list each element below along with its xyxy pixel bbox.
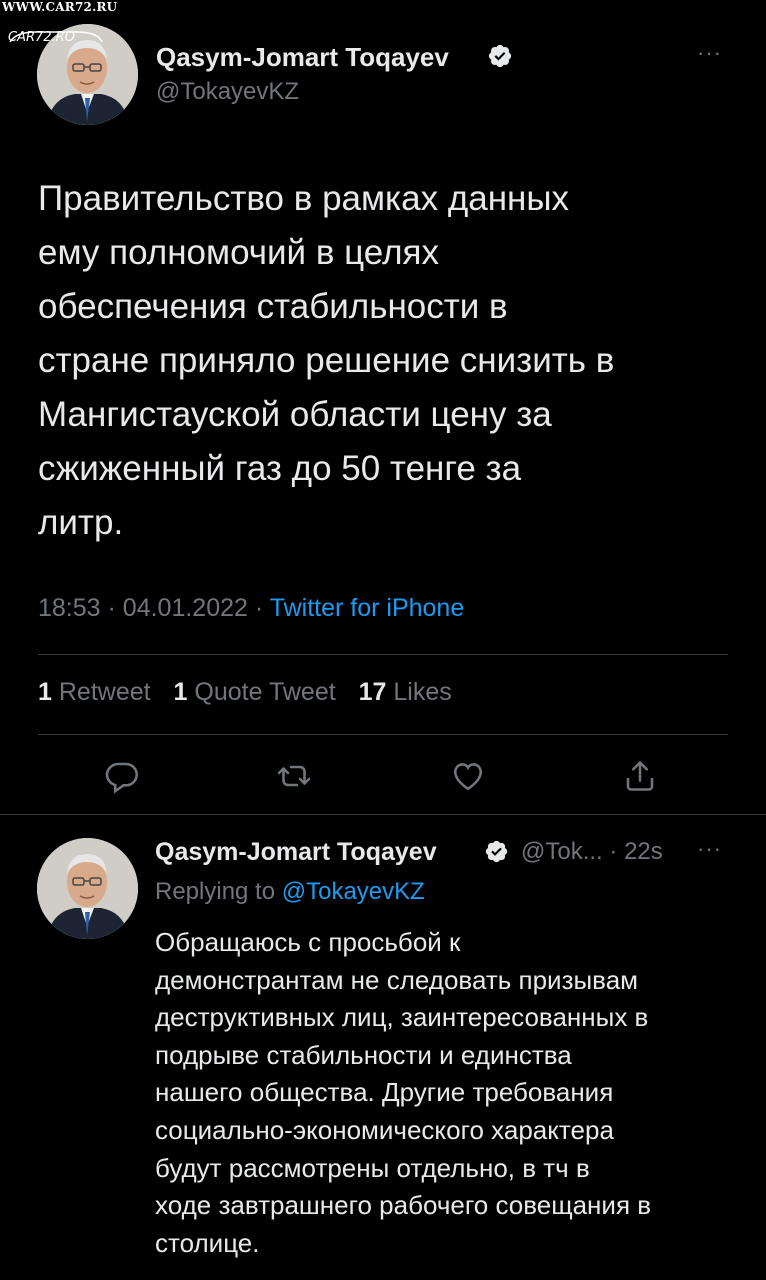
tweet-text-line: Правительство в рамках данных [38,179,570,218]
meta-separator: · [609,838,618,865]
quotes-label: Quote Tweet [194,678,336,706]
tweet-text: Правительство в рамках данных ему полном… [38,172,738,550]
retweet-icon[interactable] [276,758,312,794]
more-options-icon[interactable]: ··· [697,836,722,862]
reply-meta: @Tok... · 22s [521,838,663,866]
tweet-text-line: ему полномочий в целях [38,233,439,272]
tweet-text-line: сжиженный газ до 50 тенге за [38,449,522,488]
reply-text-line: социально-экономического характера [155,1114,614,1145]
likes-label: Likes [393,678,452,706]
tweet-time[interactable]: 18:53 [38,594,101,622]
tweet-text-line: литр. [38,503,124,542]
reply-handle[interactable]: @Tok... [521,838,603,865]
divider [38,654,728,655]
tweet-text-line: Мангистауской области цену за [38,395,552,434]
site-watermark: WWW.CAR72.RU CAR72.RO [0,0,140,52]
watermark-url: WWW.CAR72.RU [2,0,118,14]
meta-separator: · [254,594,264,622]
author-handle[interactable]: @TokayevKZ [156,78,299,106]
replying-to: Replying to @TokayevKZ [155,878,425,906]
reply-text-line: будут рассмотрены отдельно, в тч в [155,1152,590,1183]
reply-avatar[interactable] [37,838,138,939]
retweets-stat[interactable]: 1 Retweet [38,678,151,706]
more-options-icon[interactable]: ··· [697,40,722,66]
replying-mention-link[interactable]: @TokayevKZ [282,878,425,905]
reply-age[interactable]: 22s [624,838,663,865]
like-icon[interactable] [450,758,486,794]
quote-tweets-stat[interactable]: 1 Quote Tweet [174,678,336,706]
reply-text: Обращаюсь с просьбой к демонстрантам не … [155,924,755,1262]
reply-text-line: деструктивных лиц, заинтересованных в [155,1002,649,1033]
reply-text-line: столице. [155,1227,260,1258]
retweets-count: 1 [38,678,52,706]
tweet-date[interactable]: 04.01.2022 [123,594,248,622]
reply-author-name[interactable]: Qasym-Jomart Toqayev [155,838,437,867]
tweet-text-line: обеспечения стабильности в [38,287,508,326]
verified-badge-icon [488,44,512,68]
reply-text-line: ходе завтрашнего рабочего совещания в [155,1190,652,1221]
divider [38,734,728,735]
share-icon[interactable] [622,758,658,794]
tweet-meta: 18:53 · 04.01.2022 · Twitter for iPhone [38,594,464,623]
replying-prefix: Replying to [155,878,276,905]
reply-text-line: демонстрантам не следовать призывам [155,964,639,995]
portrait-image [37,838,138,939]
reply-text-line: нашего общества. Другие требования [155,1077,614,1108]
verified-badge-icon [485,840,508,863]
reply-text-line: Обращаюсь с просьбой к [155,927,461,957]
meta-separator: · [107,594,116,622]
reply-icon[interactable] [104,758,140,794]
author-name[interactable]: Qasym-Jomart Toqayev [156,42,449,73]
tweet-text-line: стране приняло решение снизить в [38,341,615,380]
quotes-count: 1 [173,678,188,706]
reply-text-line: подрыве стабильности и единства [155,1039,572,1070]
likes-count: 17 [358,678,387,706]
tweet-stats: 1 Retweet 1 Quote Tweet 17 Likes [38,678,468,707]
watermark-logo-text: CAR72.RO [8,30,75,45]
retweets-label: Retweet [58,678,151,706]
tweet-source-link[interactable]: Twitter for iPhone [270,594,465,622]
divider [0,814,766,815]
likes-stat[interactable]: 17 Likes [359,678,452,706]
